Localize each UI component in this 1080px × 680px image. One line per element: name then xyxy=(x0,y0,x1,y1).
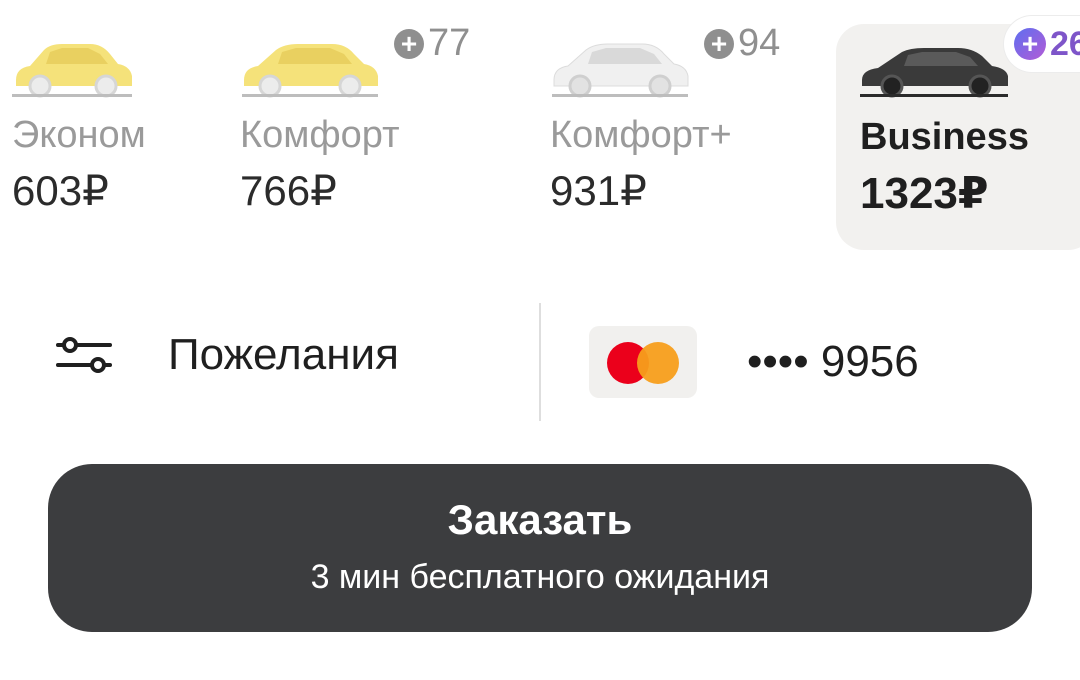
plus-cashback-icon: + xyxy=(1014,28,1046,60)
order-button[interactable]: Заказать 3 мин бесплатного ожидания xyxy=(48,464,1032,632)
tariff-price: 766₽ xyxy=(240,167,337,214)
wishes-label: Пожелания xyxy=(168,330,399,379)
tariff-econom[interactable]: Эконом 603₽ xyxy=(0,0,230,250)
plus-icon: + xyxy=(394,28,424,59)
payment-method-button[interactable]: •••• 9956 xyxy=(589,326,919,398)
tariff-name: Business xyxy=(860,116,1029,158)
tariff-price: 1323₽ xyxy=(860,169,989,218)
cashback-value: 26 xyxy=(1050,24,1080,63)
plus-points-value: 94 xyxy=(738,22,781,64)
order-button-subtitle: 3 мин бесплатного ожидания xyxy=(310,558,770,596)
divider xyxy=(539,303,541,421)
plus-points-badge: + 77 xyxy=(394,22,470,65)
tariff-name: Эконом xyxy=(12,114,146,156)
car-comfort-plus-icon xyxy=(552,43,689,98)
car-business-icon xyxy=(860,48,1008,98)
tariff-price: 603₽ xyxy=(12,167,109,214)
sliders-icon xyxy=(56,337,112,373)
plus-icon: + xyxy=(704,28,734,59)
plus-points-badge: + 94 xyxy=(704,22,780,65)
tariff-price: 931₽ xyxy=(550,167,647,214)
plus-points-value: 77 xyxy=(428,22,471,64)
mastercard-icon xyxy=(589,326,697,398)
car-econom-icon xyxy=(12,44,132,98)
tariff-comfort-plus[interactable]: + 94 Комфорт+ 931₽ xyxy=(546,0,826,250)
wishes-button[interactable]: Пожелания xyxy=(56,330,399,380)
tariff-comfort[interactable]: + 77 Комфорт 766₽ xyxy=(236,0,536,250)
card-number: •••• 9956 xyxy=(747,337,919,386)
tariff-name: Комфорт+ xyxy=(550,114,732,156)
cashback-badge: + 26 xyxy=(1004,16,1080,72)
tariff-name: Комфорт xyxy=(240,114,400,156)
car-comfort-icon xyxy=(242,44,378,98)
order-button-title: Заказать xyxy=(447,496,633,543)
